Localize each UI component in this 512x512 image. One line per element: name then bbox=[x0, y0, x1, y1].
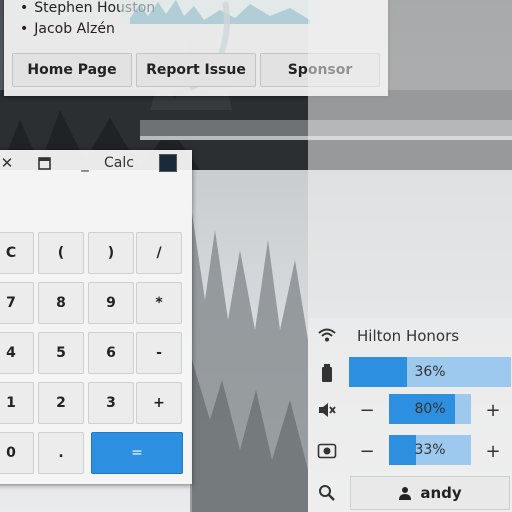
key-9-button[interactable]: 9 bbox=[88, 282, 134, 324]
report-issue-button[interactable]: Report Issue bbox=[136, 53, 256, 87]
key-multiply-button[interactable]: * bbox=[136, 282, 182, 324]
volume-slider[interactable]: 80% bbox=[389, 394, 471, 424]
key-open-paren-button[interactable]: ( bbox=[38, 232, 84, 274]
key-1-button[interactable]: 1 bbox=[0, 382, 34, 424]
calc-app-icon bbox=[159, 154, 177, 172]
brightness-level-label: 33% bbox=[414, 442, 446, 458]
user-icon bbox=[399, 487, 412, 500]
calc-titlebar[interactable]: ✕ _ Calc bbox=[0, 150, 192, 178]
bullet: • bbox=[20, 21, 29, 37]
key-clear-button[interactable]: C bbox=[0, 232, 34, 274]
key-plus-button[interactable]: + bbox=[136, 382, 182, 424]
key-6-button[interactable]: 6 bbox=[88, 332, 134, 374]
brightness-up-button[interactable]: + bbox=[483, 441, 503, 462]
key-3-button[interactable]: 3 bbox=[88, 382, 134, 424]
home-page-button[interactable]: Home Page bbox=[12, 53, 132, 87]
volume-muted-icon[interactable] bbox=[317, 400, 337, 420]
key-decimal-button[interactable]: . bbox=[38, 432, 84, 474]
brightness-slider[interactable]: 33% bbox=[389, 435, 471, 465]
user-button[interactable]: andy bbox=[350, 476, 510, 510]
battery-level-bar: 36% bbox=[349, 357, 511, 387]
key-equals-button[interactable]: = bbox=[91, 432, 183, 474]
battery-icon bbox=[322, 364, 332, 382]
volume-down-button[interactable]: − bbox=[357, 400, 377, 421]
brightness-down-button[interactable]: − bbox=[357, 441, 377, 462]
user-name: andy bbox=[420, 484, 462, 502]
calc-window: ✕ _ Calc C()/ 7 8 9 * 4 5 6- 1 2 3 +0. = bbox=[0, 150, 192, 484]
network-name: Hilton Honors bbox=[357, 327, 460, 345]
key-5-button[interactable]: 5 bbox=[38, 332, 84, 374]
battery-level-label: 36% bbox=[414, 364, 446, 380]
calc-title: Calc bbox=[104, 155, 134, 171]
key-8-button[interactable]: 8 bbox=[38, 282, 84, 324]
brightness-icon bbox=[317, 443, 337, 459]
key-7-button[interactable]: 7 bbox=[0, 282, 34, 324]
maximize-icon[interactable] bbox=[33, 152, 55, 174]
volume-level-label: 80% bbox=[414, 401, 446, 417]
minimize-icon[interactable]: _ bbox=[74, 152, 96, 174]
credit-name: Jacob Alzén bbox=[34, 21, 115, 37]
key-minus-button[interactable]: - bbox=[136, 332, 182, 374]
close-icon[interactable]: ✕ bbox=[0, 152, 18, 174]
key-divide-button[interactable]: / bbox=[136, 232, 182, 274]
search-icon[interactable] bbox=[317, 483, 337, 503]
credit-item: • Jacob Alzén bbox=[20, 21, 115, 37]
volume-up-button[interactable]: + bbox=[483, 400, 503, 421]
key-0-button[interactable]: 0 bbox=[0, 432, 34, 474]
bullet: • bbox=[20, 0, 29, 16]
key-close-paren-button[interactable]: ) bbox=[88, 232, 134, 274]
key-4-button[interactable]: 4 bbox=[0, 332, 34, 374]
key-2-button[interactable]: 2 bbox=[38, 382, 84, 424]
wifi-icon bbox=[318, 328, 336, 342]
